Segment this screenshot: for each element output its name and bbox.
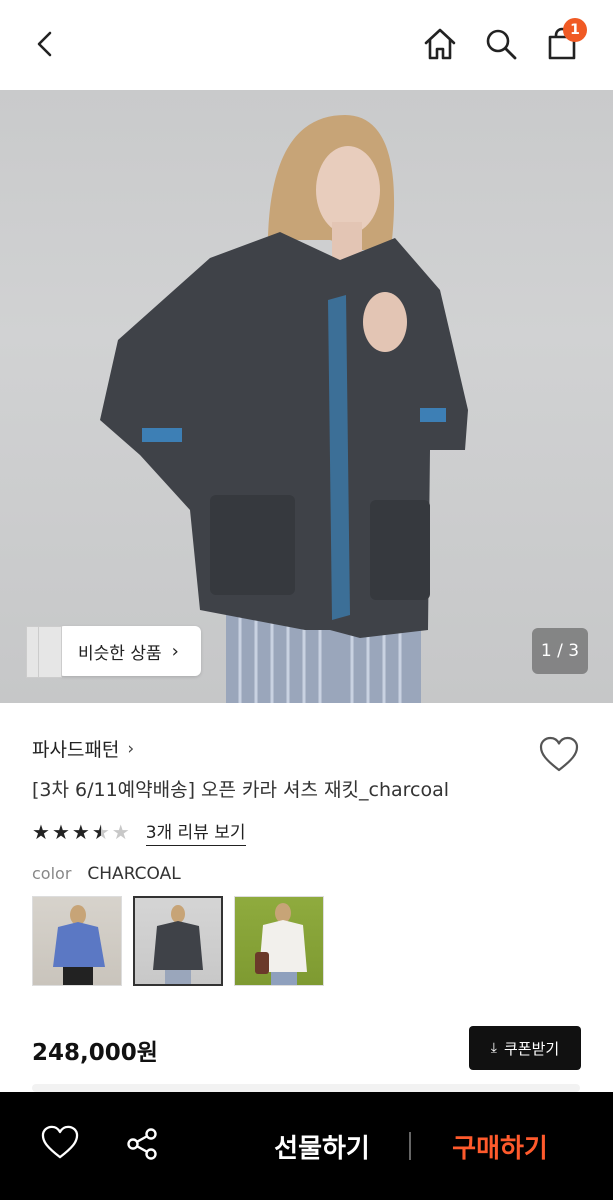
- search-button[interactable]: [481, 24, 521, 64]
- swatch-photo: [255, 903, 307, 985]
- swatch-photo: [53, 905, 105, 985]
- search-icon: [486, 29, 517, 60]
- color-swatch-selected[interactable]: [133, 896, 223, 986]
- star-empty-icon: ★: [111, 820, 130, 844]
- download-icon: ⤓: [490, 1040, 497, 1056]
- gift-button[interactable]: 선물하기: [262, 1124, 382, 1168]
- share-button[interactable]: [124, 1126, 160, 1162]
- chevron-right-icon: ›: [171, 640, 179, 662]
- image-counter: 1 / 3: [532, 628, 588, 674]
- wishlist-button[interactable]: [538, 735, 580, 773]
- star-half-icon: ★: [91, 820, 110, 844]
- swatch-photo: [153, 905, 203, 984]
- bottom-wishlist-button[interactable]: [40, 1124, 80, 1164]
- coupon-label: 쿠폰받기: [504, 1039, 560, 1058]
- similar-products-label: 비슷한 상품: [78, 643, 162, 664]
- heart-icon: [41, 1125, 79, 1159]
- back-arrow-icon: [37, 31, 52, 57]
- color-row: color CHARCOAL: [32, 864, 181, 884]
- coupon-download-button[interactable]: ⤓ 쿠폰받기: [469, 1026, 581, 1070]
- product-photo: [100, 115, 468, 703]
- similar-products-pill: 비슷한 상품 ›: [58, 626, 201, 676]
- bottom-divider: [409, 1132, 411, 1160]
- star-icon: ★: [32, 820, 50, 844]
- brand-name: 파사드패턴: [32, 739, 120, 761]
- cart-count-badge: 1: [563, 18, 587, 42]
- rating-stars: ★ ★ ★ ★ ★: [32, 822, 132, 842]
- home-icon: [424, 28, 456, 60]
- color-swatches: [32, 896, 324, 986]
- next-section-peek: [32, 1084, 580, 1092]
- brand-link[interactable]: 파사드패턴 ›: [32, 735, 134, 762]
- price: 248,000원: [32, 1040, 158, 1066]
- product-image-carousel[interactable]: 비슷한 상품 › 1 / 3: [0, 90, 613, 703]
- buy-button[interactable]: 구매하기: [440, 1124, 560, 1168]
- top-app-bar: 1: [0, 0, 613, 90]
- rating-row: ★ ★ ★ ★ ★ 3개 리뷰 보기: [32, 818, 246, 846]
- review-link[interactable]: 3개 리뷰 보기: [145, 818, 246, 846]
- product-title: [3차 6/11예약배송] 오픈 카라 셔츠 재킷_charcoal: [32, 779, 450, 801]
- home-button[interactable]: [420, 24, 460, 64]
- heart-icon: [539, 736, 579, 772]
- color-value: CHARCOAL: [87, 864, 181, 884]
- color-swatch[interactable]: [32, 896, 122, 986]
- chevron-right-icon: ›: [127, 738, 135, 759]
- color-swatch[interactable]: [234, 896, 324, 986]
- star-icon: ★: [71, 820, 90, 844]
- share-icon: [127, 1128, 157, 1160]
- color-label: color: [32, 864, 72, 883]
- back-button[interactable]: [26, 24, 66, 64]
- star-icon: ★: [51, 820, 70, 844]
- similar-products-thumbnails: [26, 626, 64, 678]
- similar-products-button[interactable]: 비슷한 상품 ›: [26, 626, 201, 678]
